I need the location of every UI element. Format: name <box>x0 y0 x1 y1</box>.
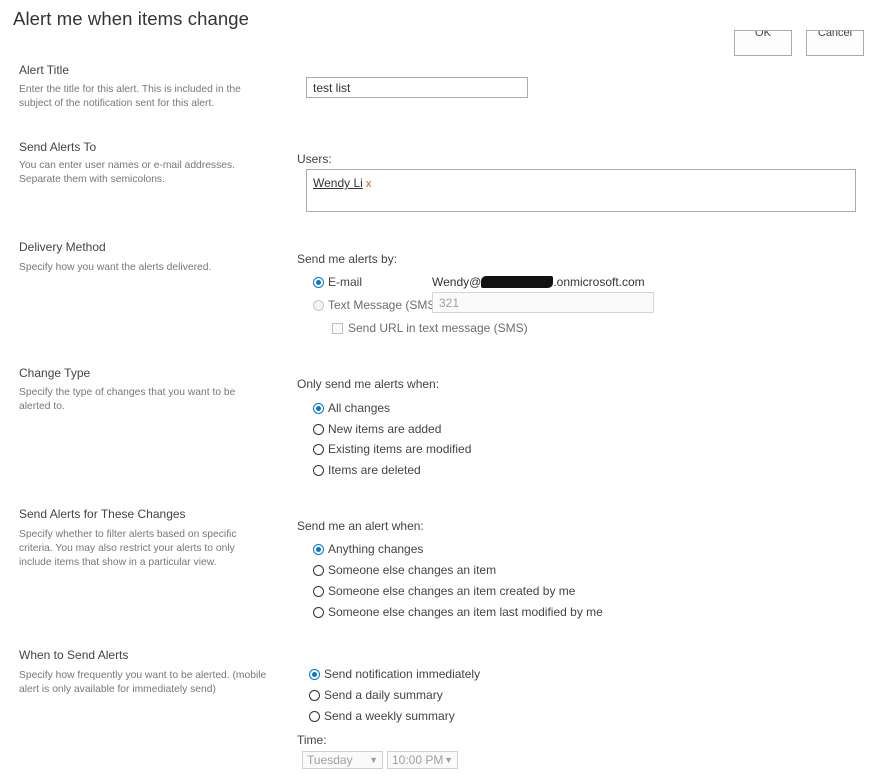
sms-number-input[interactable]: 321 <box>432 292 654 313</box>
filter-radio[interactable] <box>313 564 324 576</box>
filter-radio[interactable] <box>313 585 324 597</box>
change-type-option-label: Items are deleted <box>328 463 421 477</box>
users-label: Users: <box>297 152 332 166</box>
filter-option[interactable]: Someone else changes an item created by … <box>313 584 575 598</box>
day-select-value: Tuesday <box>307 753 353 767</box>
user-token: Wendy Li x <box>313 176 371 190</box>
send-alerts-by-label: Send me alerts by: <box>297 252 398 266</box>
frequency-radio[interactable] <box>309 710 320 722</box>
time-select[interactable]: 10:00 PM ▼ <box>387 751 458 769</box>
change-type-option[interactable]: Existing items are modified <box>313 442 471 456</box>
filter-option-label: Someone else changes an item created by … <box>328 584 576 598</box>
filter-radio[interactable] <box>313 543 324 555</box>
frequency-option-label: Send notification immediately <box>324 667 481 681</box>
filter-heading: Send Alerts for These Changes <box>19 507 186 521</box>
frequency-radio[interactable] <box>309 668 320 680</box>
time-label: Time: <box>297 733 327 747</box>
change-type-heading: Change Type <box>19 366 91 380</box>
day-select[interactable]: Tuesday ▼ <box>302 751 383 769</box>
send-alerts-to-description: You can enter user names or e-mail addre… <box>19 160 235 185</box>
alert-title-input[interactable]: test list <box>306 77 528 98</box>
filter-option-label: Someone else changes an item last modifi… <box>328 605 603 619</box>
delivery-email-option[interactable]: E-mail <box>313 275 362 289</box>
redaction-mark <box>481 276 554 288</box>
frequency-radio[interactable] <box>309 689 320 701</box>
delivery-method-description: Specify how you want the alerts delivere… <box>19 262 212 273</box>
send-url-label: Send URL in text message (SMS) <box>348 321 528 335</box>
when-heading: When to Send Alerts <box>19 648 129 662</box>
delivery-sms-option[interactable]: Text Message (SMS) <box>313 298 439 312</box>
ok-button[interactable]: OK <box>734 30 792 56</box>
filter-radio[interactable] <box>313 606 324 618</box>
chevron-down-icon: ▼ <box>369 755 378 765</box>
frequency-option-label: Send a weekly summary <box>324 709 455 723</box>
change-type-option-label: All changes <box>328 401 391 415</box>
change-type-option[interactable]: New items are added <box>313 422 441 436</box>
page-title: Alert me when items change <box>13 8 250 29</box>
filter-option[interactable]: Someone else changes an item <box>313 563 496 577</box>
change-type-option[interactable]: All changes <box>313 401 390 415</box>
remove-user-icon[interactable]: x <box>366 178 372 190</box>
frequency-option[interactable]: Send a daily summary <box>309 688 443 702</box>
cancel-button[interactable]: Cancel <box>806 30 864 56</box>
chevron-down-icon: ▼ <box>444 755 453 765</box>
send-alerts-to-heading: Send Alerts To <box>19 140 97 154</box>
filter-option-label: Someone else changes an item <box>328 563 497 577</box>
delivery-method-heading: Delivery Method <box>19 240 106 254</box>
users-people-picker[interactable]: Wendy Li x <box>306 169 856 212</box>
when-description: Specify how frequently you want to be al… <box>19 670 267 695</box>
sms-radio[interactable] <box>313 299 324 311</box>
email-address-suffix: .onmicrosoft.com <box>553 275 645 289</box>
send-url-option[interactable]: Send URL in text message (SMS) <box>332 321 528 335</box>
user-token-name[interactable]: Wendy Li <box>313 176 363 190</box>
frequency-option[interactable]: Send a weekly summary <box>309 709 455 723</box>
change-type-radio[interactable] <box>313 464 324 476</box>
change-type-option-label: Existing items are modified <box>328 442 472 456</box>
change-type-radio[interactable] <box>313 443 324 455</box>
filter-description: Specify whether to filter alerts based o… <box>19 529 237 568</box>
alert-title-description: Enter the title for this alert. This is … <box>19 84 241 109</box>
email-address: Wendy@ .onmicrosoft.com <box>432 275 645 289</box>
alert-title-heading: Alert Title <box>19 63 70 77</box>
change-type-description: Specify the type of changes that you wan… <box>19 387 236 412</box>
email-radio[interactable] <box>313 276 324 288</box>
filter-prompt: Send me an alert when: <box>297 519 424 533</box>
change-type-option-label: New items are added <box>328 422 442 436</box>
frequency-option-label: Send a daily summary <box>324 688 443 702</box>
frequency-option[interactable]: Send notification immediately <box>309 667 480 681</box>
sms-label: Text Message (SMS) <box>328 298 440 312</box>
email-address-prefix: Wendy@ <box>432 275 482 289</box>
change-type-radio[interactable] <box>313 402 324 414</box>
change-type-radio[interactable] <box>313 423 324 435</box>
send-url-checkbox[interactable] <box>332 322 343 334</box>
filter-option[interactable]: Anything changes <box>313 542 423 556</box>
email-label: E-mail <box>328 275 363 289</box>
filter-option-label: Anything changes <box>328 542 424 556</box>
change-type-option[interactable]: Items are deleted <box>313 463 421 477</box>
filter-option[interactable]: Someone else changes an item last modifi… <box>313 605 603 619</box>
time-select-value: 10:00 PM <box>392 753 444 767</box>
change-type-prompt: Only send me alerts when: <box>297 377 440 391</box>
